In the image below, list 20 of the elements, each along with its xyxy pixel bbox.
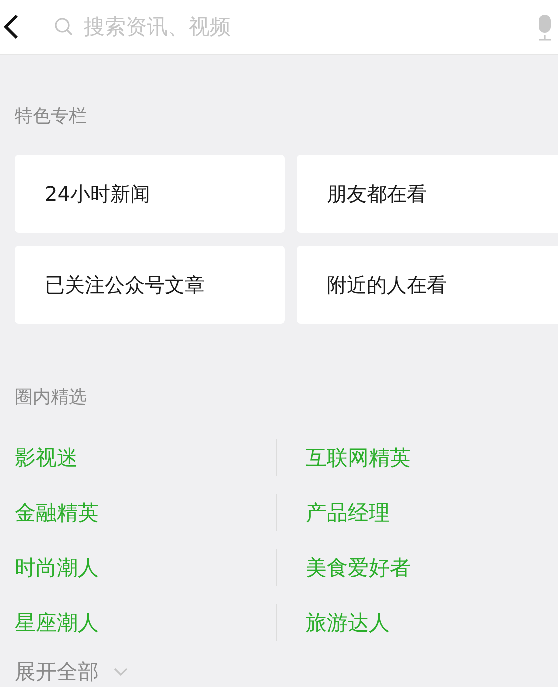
circle-link[interactable]: 旅游达人 (306, 608, 390, 636)
circle-link[interactable]: 影视迷 (15, 444, 78, 472)
circle-link[interactable]: 时尚潮人 (15, 554, 99, 582)
circle-link[interactable]: 互联网精英 (306, 444, 411, 472)
section-title: 特色专栏 (14, 105, 88, 129)
circle-link[interactable]: 产品经理 (306, 498, 390, 526)
column-card[interactable]: 24小时新闻 (15, 155, 285, 233)
section-title: 圈内精选 (14, 386, 88, 410)
back-icon[interactable] (2, 13, 20, 41)
column-card[interactable]: 已关注公众号文章 (15, 246, 285, 324)
circle-link[interactable]: 星座潮人 (15, 608, 99, 636)
search-field[interactable]: 搜索资讯、视频 (82, 14, 386, 40)
search-icon (54, 17, 74, 37)
column-card[interactable]: 朋友都在看 (297, 155, 558, 233)
chevron-down-icon (113, 667, 129, 677)
circle-link[interactable]: 金融精英 (15, 498, 99, 526)
expand-all-button[interactable]: 展开全部 (0, 650, 558, 686)
column-card[interactable]: 附近的人在看 (297, 246, 558, 324)
search-bar[interactable]: 搜索资讯、视频 (0, 0, 558, 55)
circle-link[interactable]: 美食爱好者 (306, 554, 411, 582)
